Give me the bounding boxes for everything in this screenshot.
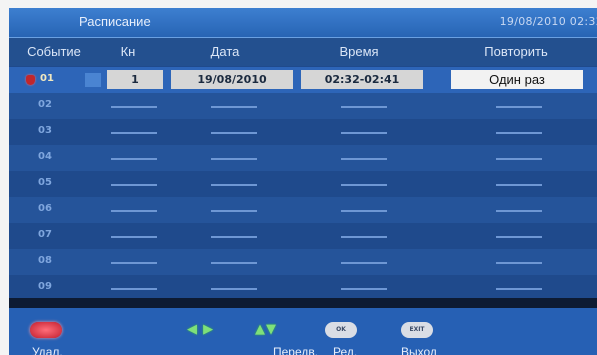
column-headers: Событие Кн Дата Время Повторить bbox=[9, 38, 597, 66]
empty-repeat bbox=[496, 236, 542, 238]
column-header-date: Дата bbox=[210, 44, 240, 59]
column-header-repeat: Повторить bbox=[484, 44, 548, 59]
help-bar: ◀ ▶ ▲▼ OK EXIT Удал. Передв. Ред. Выход bbox=[9, 308, 597, 355]
empty-repeat bbox=[496, 210, 542, 212]
event-number: 02 bbox=[38, 99, 52, 110]
empty-channel bbox=[111, 158, 157, 160]
column-header-time: Время bbox=[339, 44, 379, 59]
empty-date bbox=[211, 236, 257, 238]
empty-channel bbox=[111, 132, 157, 134]
event-row-03[interactable]: 03 bbox=[9, 119, 597, 145]
column-header-channel: Кн bbox=[120, 44, 136, 59]
event-number: 01 bbox=[40, 73, 54, 84]
empty-repeat bbox=[496, 106, 542, 108]
time-field[interactable]: 02:32-02:41 bbox=[301, 70, 423, 89]
event-row-05[interactable]: 05 bbox=[9, 171, 597, 197]
empty-repeat bbox=[496, 158, 542, 160]
page-title: Расписание bbox=[79, 14, 151, 29]
up-down-arrows-icon[interactable]: ▲▼ bbox=[255, 322, 277, 338]
empty-time bbox=[341, 158, 387, 160]
event-row-02[interactable]: 02 bbox=[9, 93, 597, 119]
empty-date bbox=[211, 288, 257, 290]
empty-repeat bbox=[496, 288, 542, 290]
empty-channel bbox=[111, 236, 157, 238]
event-row-06[interactable]: 06 bbox=[9, 197, 597, 223]
empty-date bbox=[211, 262, 257, 264]
event-number: 08 bbox=[38, 255, 52, 266]
scheduled-marker-icon bbox=[26, 75, 35, 85]
delete-label: Удал. bbox=[32, 345, 63, 355]
empty-channel bbox=[111, 184, 157, 186]
empty-time bbox=[341, 184, 387, 186]
empty-time bbox=[341, 262, 387, 264]
empty-time bbox=[341, 132, 387, 134]
empty-channel bbox=[111, 210, 157, 212]
exit-label: Выход bbox=[401, 345, 437, 355]
empty-date bbox=[211, 106, 257, 108]
empty-repeat bbox=[496, 132, 542, 134]
event-number: 07 bbox=[38, 229, 52, 240]
event-number: 09 bbox=[38, 281, 52, 292]
empty-date bbox=[211, 158, 257, 160]
exit-key-icon[interactable]: EXIT bbox=[401, 322, 433, 338]
repeat-field[interactable]: Один раз bbox=[451, 70, 583, 89]
event-number: 03 bbox=[38, 125, 52, 136]
ok-key-icon[interactable]: OK bbox=[325, 322, 357, 338]
empty-channel bbox=[111, 288, 157, 290]
divider bbox=[9, 298, 597, 308]
event-row-07[interactable]: 07 bbox=[9, 223, 597, 249]
event-number: 04 bbox=[38, 151, 52, 162]
event-number: 06 bbox=[38, 203, 52, 214]
event-row-04[interactable]: 04 bbox=[9, 145, 597, 171]
empty-channel bbox=[111, 262, 157, 264]
date-field[interactable]: 19/08/2010 bbox=[171, 70, 293, 89]
empty-channel bbox=[111, 106, 157, 108]
column-header-event: Событие bbox=[27, 44, 81, 59]
event-number: 05 bbox=[38, 177, 52, 188]
event-row-01[interactable]: 01 1 19/08/2010 02:32-02:41 Один раз bbox=[9, 67, 597, 93]
empty-time bbox=[341, 236, 387, 238]
schedule-screen: Расписание 19/08/2010 02:32 Событие Кн Д… bbox=[9, 8, 597, 355]
empty-date bbox=[211, 210, 257, 212]
title-bar: Расписание 19/08/2010 02:32 bbox=[9, 8, 597, 38]
channel-field[interactable]: 1 bbox=[107, 70, 163, 89]
red-key-icon[interactable] bbox=[30, 322, 62, 338]
row-highlight bbox=[85, 73, 101, 87]
empty-repeat bbox=[496, 262, 542, 264]
edit-label: Ред. bbox=[333, 345, 358, 355]
clock: 19/08/2010 02:32 bbox=[499, 15, 597, 28]
empty-date bbox=[211, 132, 257, 134]
move-label: Передв. bbox=[273, 345, 319, 355]
empty-time bbox=[341, 288, 387, 290]
left-right-arrows-icon[interactable]: ◀ ▶ bbox=[187, 322, 214, 338]
empty-time bbox=[341, 210, 387, 212]
empty-time bbox=[341, 106, 387, 108]
event-row-08[interactable]: 08 bbox=[9, 249, 597, 275]
empty-repeat bbox=[496, 184, 542, 186]
empty-date bbox=[211, 184, 257, 186]
